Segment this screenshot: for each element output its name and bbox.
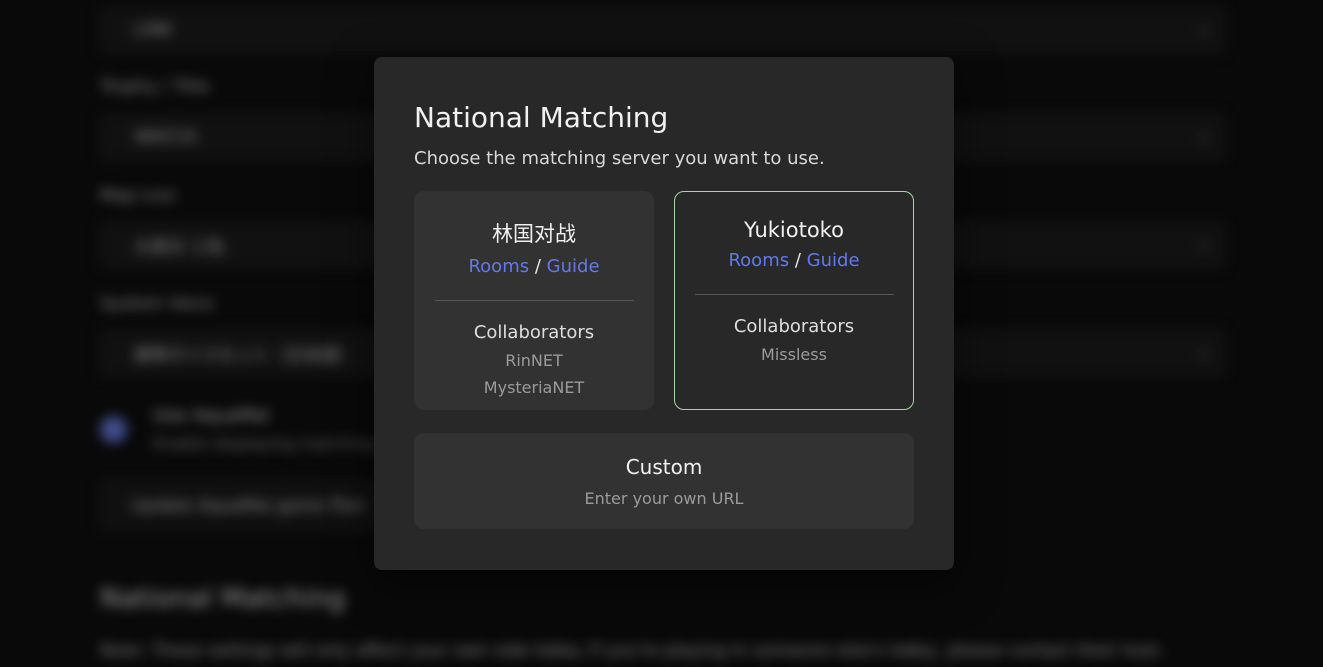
- card-divider: [435, 300, 634, 301]
- collaborator-name: RinNET: [415, 351, 653, 370]
- collaborators-title: Collaborators: [415, 322, 653, 343]
- dialog-subtitle: Choose the matching server you want to u…: [414, 148, 914, 169]
- rooms-link[interactable]: Rooms: [468, 256, 529, 277]
- national-matching-dialog: National Matching Choose the matching se…: [374, 57, 954, 570]
- links-separator: /: [535, 256, 541, 277]
- custom-card-subtitle: Enter your own URL: [414, 489, 914, 508]
- links-separator: /: [795, 250, 801, 271]
- guide-link[interactable]: Guide: [547, 256, 600, 277]
- guide-link[interactable]: Guide: [807, 250, 860, 271]
- app-window: LINK › Trophy / Title WACCA › Map icon 大…: [0, 0, 1323, 667]
- server-options-row: 林国对战 Rooms / Guide Collaborators RinNET …: [414, 191, 914, 410]
- rooms-link[interactable]: Rooms: [728, 250, 789, 271]
- custom-card-title: Custom: [414, 433, 914, 479]
- server-name: 林国对战: [415, 218, 653, 248]
- server-links: Rooms / Guide: [675, 250, 913, 271]
- server-card-linguo[interactable]: 林国对战 Rooms / Guide Collaborators RinNET …: [414, 191, 654, 410]
- custom-server-card[interactable]: Custom Enter your own URL: [414, 433, 914, 529]
- server-name: Yukiotoko: [675, 218, 913, 242]
- card-divider: [695, 294, 894, 295]
- server-card-yukiotoko[interactable]: Yukiotoko Rooms / Guide Collaborators Mi…: [674, 191, 914, 410]
- dialog-title: National Matching: [414, 101, 914, 135]
- server-links: Rooms / Guide: [415, 256, 653, 277]
- collaborator-name: MysteriaNET: [415, 378, 653, 397]
- collaborator-name: Missless: [675, 345, 913, 364]
- collaborators-title: Collaborators: [675, 316, 913, 337]
